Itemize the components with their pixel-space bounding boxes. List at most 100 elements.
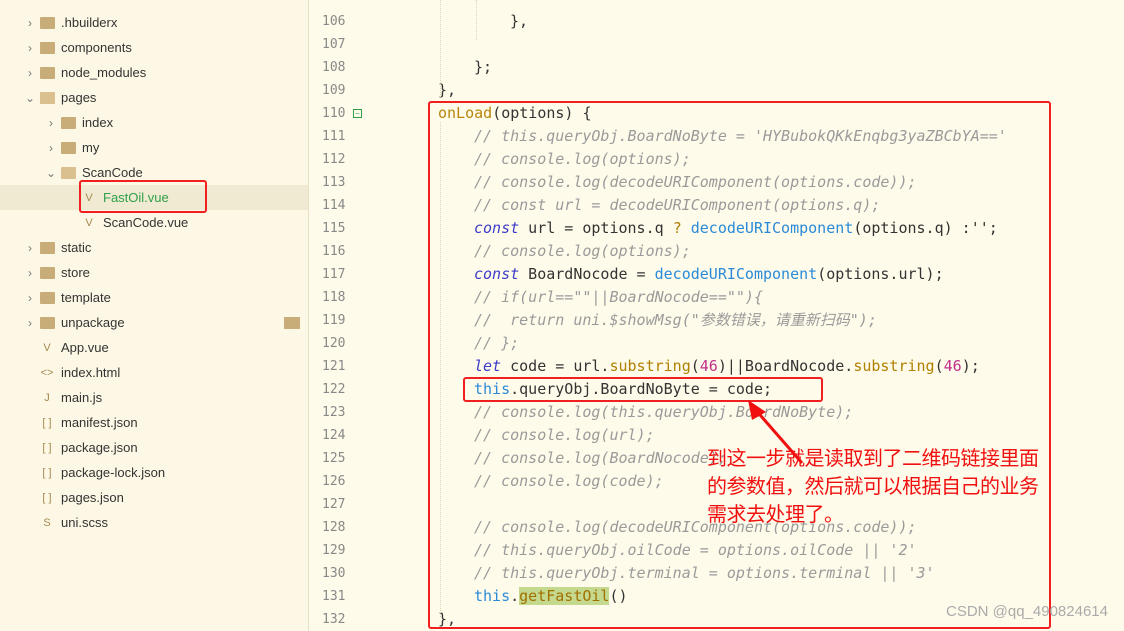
line-number: 131 — [322, 589, 346, 604]
tree-item[interactable]: V App.vue — [0, 335, 308, 360]
line-number: 118 — [322, 290, 346, 305]
chevron-right-icon[interactable]: › — [24, 41, 36, 55]
tree-item[interactable]: Jmain.js — [0, 385, 308, 410]
line-number: 132 — [322, 612, 346, 627]
tree-item[interactable]: [ ] package-lock.json — [0, 460, 308, 485]
code-token: }, — [510, 12, 529, 30]
line-number: 112 — [322, 152, 346, 167]
tree-item-label: unpackage — [61, 315, 125, 330]
tree-item-label: index.html — [61, 365, 121, 380]
tree-item[interactable]: <> index.html — [0, 360, 308, 385]
folder-icon — [61, 166, 76, 179]
code-token: }; — [474, 58, 493, 76]
line-number: 111 — [322, 129, 346, 144]
line-number: 117 — [322, 267, 346, 282]
tree-item[interactable]: [ ] pages.json — [0, 485, 308, 510]
code-line[interactable]: }; — [474, 56, 492, 79]
tree-item[interactable]: › index — [0, 110, 308, 135]
line-number: 109 — [322, 83, 346, 98]
tree-item[interactable]: › store — [0, 260, 308, 285]
tree-item[interactable]: › node_modules — [0, 60, 308, 85]
tree-item-label: store — [61, 265, 90, 280]
line-number: 116 — [322, 244, 346, 259]
tree-item-label: manifest.json — [61, 415, 138, 430]
line-number: 127 — [322, 497, 346, 512]
open-folder-icon[interactable] — [284, 316, 300, 329]
line-number: 125 — [322, 451, 346, 466]
tree-item-label: node_modules — [61, 65, 147, 80]
line-number: 107 — [322, 37, 346, 52]
scss-file-icon: S — [43, 516, 51, 529]
line-number: 119 — [322, 313, 346, 328]
folder-icon — [40, 41, 55, 54]
tree-item[interactable]: › components — [0, 35, 308, 60]
tree-item[interactable]: › template — [0, 285, 308, 310]
json-file-icon: [ ] — [42, 491, 52, 504]
tree-item-label: ScanCode — [82, 165, 143, 180]
json-file-icon: [ ] — [42, 466, 52, 479]
chevron-right-icon[interactable]: › — [24, 66, 36, 80]
chevron-right-icon[interactable]: › — [24, 241, 36, 255]
folder-icon — [61, 116, 76, 129]
chevron-right-icon[interactable]: › — [45, 116, 57, 130]
chevron-right-icon[interactable]: › — [24, 16, 36, 30]
line-number: 121 — [322, 359, 346, 374]
tree-item[interactable]: › static — [0, 235, 308, 260]
indent-guide — [440, 0, 441, 97]
line-number: 123 — [322, 405, 346, 420]
line-number: 122 — [322, 382, 346, 397]
tree-item[interactable]: [ ] manifest.json — [0, 410, 308, 435]
line-number: 130 — [322, 566, 346, 581]
tree-item-label: package-lock.json — [61, 465, 166, 480]
tree-item-label: index — [82, 115, 114, 130]
tree-item[interactable]: ⌄ pages — [0, 85, 308, 110]
folder-icon — [40, 66, 55, 79]
vue-file-icon: V — [85, 216, 93, 229]
tree-item-label: pages.json — [61, 490, 124, 505]
chevron-down-icon[interactable]: ⌄ — [24, 91, 36, 105]
html-file-icon: <> — [40, 366, 54, 379]
chevron-right-icon[interactable]: › — [45, 141, 57, 155]
line-number: 106 — [322, 14, 346, 29]
line-number: 126 — [322, 474, 346, 489]
tree-item[interactable]: › .hbuilderx — [0, 10, 308, 35]
tree-item-label: main.js — [61, 390, 103, 405]
tree-item-label: package.json — [61, 440, 138, 455]
fold-toggle-icon[interactable]: − — [353, 109, 362, 118]
chevron-down-icon[interactable]: ⌄ — [45, 166, 57, 180]
tree-item[interactable]: [ ] package.json — [0, 435, 308, 460]
tree-item[interactable]: › my — [0, 135, 308, 160]
tree-item[interactable]: › unpackage — [0, 310, 308, 335]
tree-item-label: template — [61, 290, 111, 305]
tree-item-label: static — [61, 240, 92, 255]
folder-icon — [40, 241, 55, 254]
tree-item-label: my — [82, 140, 100, 155]
annotation-text: 到这一步就是读取到了二维码链接里面的参数值，然后就可以根据自己的业务需求去处理了… — [707, 448, 1039, 526]
chevron-right-icon[interactable]: › — [24, 316, 36, 330]
highlight-box-onload — [428, 101, 1051, 629]
watermark: CSDN @qq_490824614 — [945, 603, 1108, 620]
line-number: 128 — [322, 520, 346, 535]
code-line[interactable]: }, — [510, 10, 528, 33]
folder-icon — [40, 291, 55, 304]
tree-item[interactable]: Suni.scss — [0, 510, 308, 535]
json-file-icon: [ ] — [42, 441, 52, 454]
vue-file-icon: V — [43, 341, 51, 354]
line-number: 114 — [322, 198, 346, 213]
chevron-right-icon[interactable]: › — [24, 266, 36, 280]
folder-icon — [61, 141, 76, 154]
folder-icon — [40, 316, 55, 329]
indent-guide — [476, 0, 477, 40]
chevron-right-icon[interactable]: › — [24, 291, 36, 305]
tree-item-label: uni.scss — [61, 515, 108, 530]
js-file-icon: J — [44, 391, 50, 404]
tree-item[interactable]: V ScanCode.vue — [0, 210, 308, 235]
folder-icon — [40, 266, 55, 279]
tree-item-label: .hbuilderx — [61, 15, 118, 30]
project-explorer: › .hbuilderx › components › node_modules ⌄ page… — [0, 0, 309, 631]
tree-item-label: ScanCode.vue — [103, 215, 189, 230]
highlight-box-fastoil-file — [79, 180, 207, 213]
line-number: 115 — [322, 221, 346, 236]
line-number: 113 — [322, 175, 346, 190]
folder-icon — [40, 91, 55, 104]
